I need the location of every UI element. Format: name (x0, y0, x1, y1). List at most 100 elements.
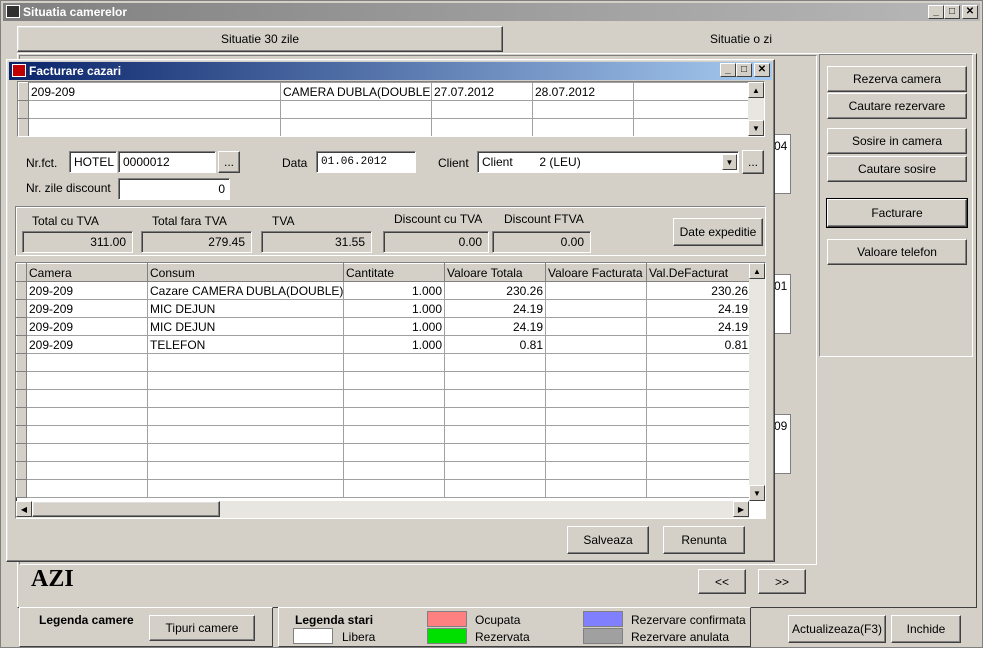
facturare-button[interactable]: Facturare (826, 198, 968, 228)
table-cell[interactable] (646, 443, 751, 462)
table-cell[interactable] (343, 407, 445, 426)
table-cell[interactable] (545, 299, 647, 318)
table-cell[interactable] (147, 407, 344, 426)
row-indicator[interactable] (16, 443, 27, 462)
table-cell[interactable] (343, 353, 445, 372)
table-cell[interactable] (444, 389, 546, 408)
table-cell[interactable] (646, 407, 751, 426)
dialog-title-bar[interactable]: Facturare cazari (9, 62, 772, 80)
table-row[interactable]: 209-209 MIC DEJUN 1.000 24.19 24.19 (16, 299, 751, 318)
table-cell[interactable]: 230.26 (444, 281, 546, 300)
table-cell[interactable] (646, 425, 751, 444)
scroll-down-icon[interactable]: ▼ (748, 120, 764, 136)
consum-grid-vscrollbar[interactable]: ▲ ▼ (749, 263, 765, 501)
main-title-bar[interactable]: Situatia camerelor (3, 3, 980, 21)
table-cell[interactable] (444, 425, 546, 444)
table-cell[interactable]: 209-209 (26, 281, 148, 300)
table-cell[interactable] (444, 371, 546, 390)
table-row[interactable]: 209-209 Cazare CAMERA DUBLA(DOUBLE) 1.000 2… (16, 281, 751, 300)
table-cell[interactable] (532, 118, 634, 136)
row-indicator[interactable] (16, 479, 27, 498)
dialog-maximize-icon[interactable]: □ (736, 63, 752, 77)
table-cell[interactable]: CAMERA DUBLA(DOUBLE (280, 82, 432, 101)
data-input[interactable]: 01.06.2012 (316, 151, 416, 173)
table-cell[interactable]: 1.000 (343, 335, 445, 354)
row-indicator[interactable] (16, 281, 27, 300)
table-row[interactable] (16, 425, 751, 444)
inchide-button[interactable]: Inchide (891, 615, 961, 643)
rezerva-camera-button[interactable]: Rezerva camera (827, 66, 967, 92)
table-cell[interactable] (147, 353, 344, 372)
table-row[interactable]: 209-209 TELEFON 1.000 0.81 0.81 (16, 335, 751, 354)
table-cell[interactable] (28, 100, 281, 119)
date-expeditie-button[interactable]: Date expeditie (673, 218, 763, 246)
table-cell[interactable] (343, 479, 445, 498)
row-indicator[interactable] (16, 353, 27, 372)
tab-situatie-o-zi[interactable]: Situatie o zi (505, 26, 977, 52)
table-cell[interactable]: 27.07.2012 (431, 82, 533, 101)
client-select[interactable]: Client 2 (LEU) ▼ (477, 151, 739, 173)
scroll-left-icon[interactable]: ◀ (16, 501, 32, 517)
table-cell[interactable] (343, 461, 445, 480)
table-cell[interactable] (646, 371, 751, 390)
table-cell[interactable]: MIC DEJUN (147, 299, 344, 318)
table-cell[interactable] (26, 407, 148, 426)
column-header[interactable]: Consum (147, 263, 344, 282)
table-cell[interactable] (147, 461, 344, 480)
row-indicator[interactable] (16, 299, 27, 318)
scroll-down-icon[interactable]: ▼ (749, 485, 765, 501)
table-cell[interactable] (545, 389, 647, 408)
table-cell[interactable] (545, 371, 647, 390)
table-cell[interactable] (147, 371, 344, 390)
table-cell[interactable]: 24.19 (444, 317, 546, 336)
table-row[interactable] (16, 353, 751, 372)
dialog-minimize-icon[interactable]: _ (720, 63, 736, 77)
actualizeaza-button[interactable]: Actualizeaza(F3) (788, 615, 886, 643)
table-cell[interactable] (280, 118, 432, 136)
row-indicator[interactable] (16, 461, 27, 480)
row-indicator[interactable] (18, 100, 29, 119)
table-cell[interactable] (532, 100, 634, 119)
table-cell[interactable] (147, 389, 344, 408)
table-cell[interactable] (343, 371, 445, 390)
table-cell[interactable] (343, 425, 445, 444)
table-cell[interactable] (444, 407, 546, 426)
table-cell[interactable] (26, 389, 148, 408)
row-indicator[interactable] (18, 82, 29, 101)
column-header[interactable]: Cantitate (343, 263, 445, 282)
table-cell[interactable] (26, 479, 148, 498)
table-cell[interactable]: 1.000 (343, 317, 445, 336)
table-cell[interactable] (545, 353, 647, 372)
scroll-up-icon[interactable]: ▲ (749, 263, 765, 279)
top-grid-scrollbar[interactable]: ▲ ▼ (748, 82, 764, 136)
table-cell[interactable] (646, 461, 751, 480)
table-row[interactable] (16, 407, 751, 426)
consum-grid-hscrollbar[interactable]: ◀ ▶ (16, 501, 749, 518)
table-cell[interactable]: MIC DEJUN (147, 317, 344, 336)
renunta-button[interactable]: Renunta (663, 526, 745, 554)
table-row[interactable]: 209-209 CAMERA DUBLA(DOUBLE 27.07.2012 28.0… (18, 82, 751, 101)
table-cell[interactable] (280, 100, 432, 119)
table-cell[interactable]: 24.19 (646, 299, 751, 318)
scroll-up-icon[interactable]: ▲ (748, 82, 764, 98)
table-cell[interactable] (147, 425, 344, 444)
row-indicator[interactable] (16, 317, 27, 336)
hscroll-thumb[interactable] (32, 501, 220, 517)
table-cell[interactable] (26, 353, 148, 372)
nrfct-number-input[interactable]: 0000012 (118, 151, 216, 173)
table-row[interactable] (16, 479, 751, 498)
row-indicator[interactable] (16, 389, 27, 408)
minimize-icon[interactable]: _ (928, 5, 944, 19)
nrfct-browse-button[interactable]: ... (218, 151, 240, 173)
table-cell[interactable]: 209-209 (26, 299, 148, 318)
table-cell[interactable]: 230.26 (646, 281, 751, 300)
prev-button[interactable]: << (698, 569, 746, 594)
table-cell[interactable] (444, 353, 546, 372)
table-cell[interactable] (431, 118, 533, 136)
tab-situatie-30-zile[interactable]: Situatie 30 zile (17, 26, 503, 52)
nrfct-series-input[interactable]: HOTEL (69, 151, 117, 173)
valoare-telefon-button[interactable]: Valoare telefon (827, 239, 967, 265)
table-cell[interactable] (545, 281, 647, 300)
row-indicator[interactable] (18, 118, 29, 136)
client-browse-button[interactable]: ... (742, 150, 764, 174)
